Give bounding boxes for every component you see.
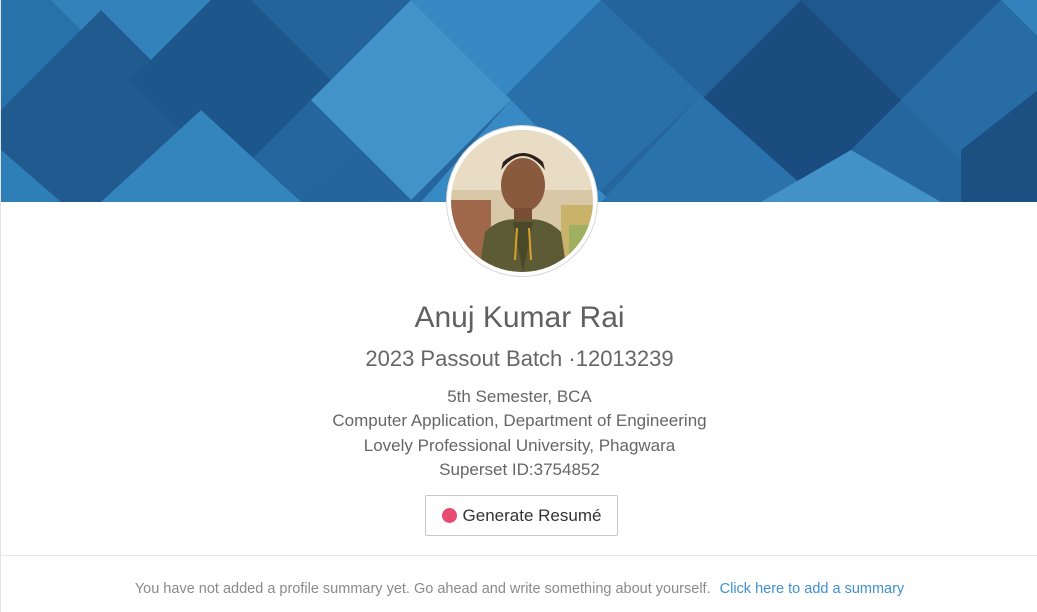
summary-empty-text: You have not added a profile summary yet… <box>134 581 711 597</box>
add-summary-link[interactable]: Click here to add a summary <box>720 581 905 597</box>
profile-semester: 5th Semester, BCA <box>447 387 592 406</box>
avatar-image <box>451 130 593 272</box>
profile-superset-id: Superset ID:3754852 <box>439 460 600 479</box>
section-divider <box>1 555 1037 556</box>
profile-department: Computer Application, Department of Engi… <box>332 411 707 430</box>
pink-dot-icon <box>441 508 457 523</box>
profile-page: Anuj Kumar Rai 2023 Passout Batch ·12013… <box>0 0 1037 612</box>
profile-name: Anuj Kumar Rai <box>414 301 625 334</box>
avatar[interactable] <box>447 126 597 276</box>
avatar-photo <box>451 130 593 272</box>
generate-resume-button[interactable]: Generate Resumé <box>425 495 618 536</box>
generate-resume-label: Generate Resumé <box>462 505 602 525</box>
profile-summary-section: You have not added a profile summary yet… <box>1 578 1037 600</box>
profile-university: Lovely Professional University, Phagwara <box>363 436 676 455</box>
profile-batch: 2023 Passout Batch ·12013239 <box>365 346 674 371</box>
